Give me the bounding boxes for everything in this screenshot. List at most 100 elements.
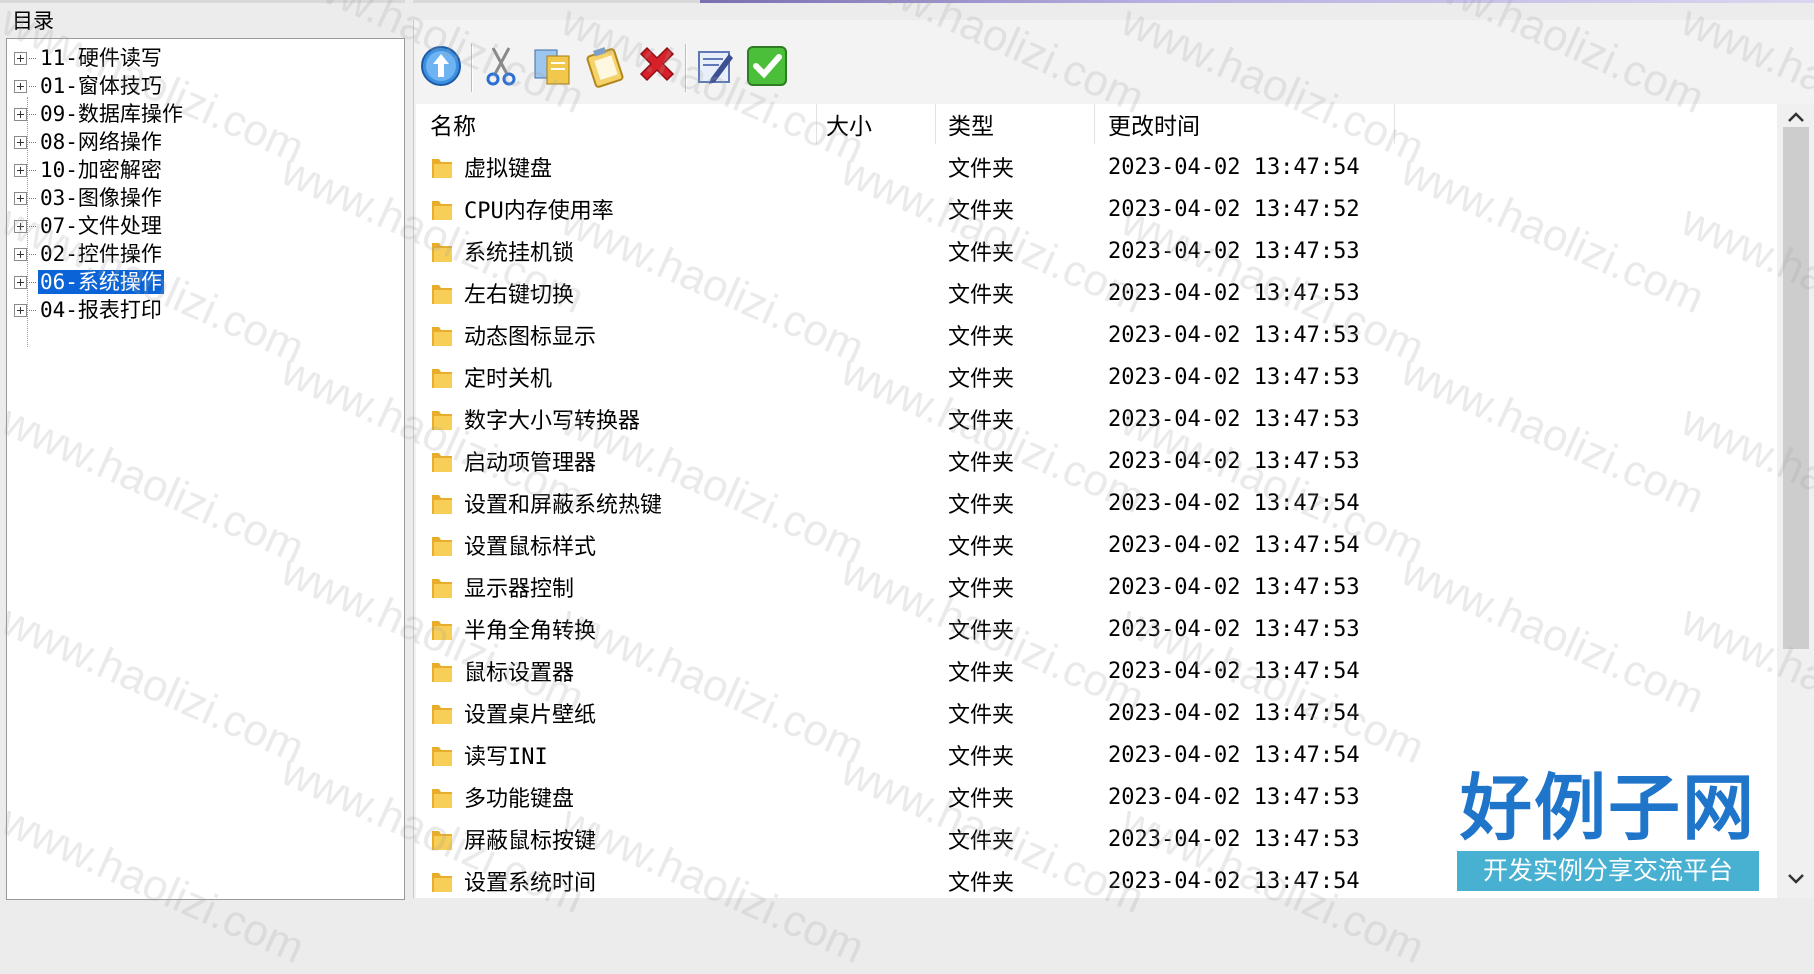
delete-icon[interactable] [631, 40, 683, 92]
file-modified: 2023-04-02 13:47:53 [1108, 826, 1360, 852]
file-type: 文件夹 [948, 409, 1015, 434]
file-modified: 2023-04-02 13:47:53 [1108, 280, 1360, 306]
table-row[interactable]: 虚拟键盘 文件夹 2023-04-02 13:47:54 [416, 146, 1777, 188]
column-header-name[interactable]: 名称 [430, 104, 810, 144]
expand-icon[interactable] [14, 79, 27, 93]
site-logo: 好例子网 开发实例分享交流平台 [1453, 767, 1763, 898]
file-type: 文件夹 [948, 619, 1015, 644]
tree-item[interactable]: 08-网络操作 [14, 129, 164, 155]
up-arrow-icon[interactable] [415, 40, 467, 92]
table-row[interactable]: 设置桌片壁纸 文件夹 2023-04-02 13:47:54 [416, 692, 1777, 734]
file-type: 文件夹 [948, 745, 1015, 770]
checkmark-icon[interactable] [741, 40, 793, 92]
folder-icon [432, 873, 452, 892]
folder-icon [432, 579, 452, 598]
file-modified: 2023-04-02 13:47:53 [1108, 448, 1360, 474]
tree-item-label: 01-窗体技巧 [40, 74, 162, 98]
tree-item[interactable]: 03-图像操作 [14, 185, 164, 211]
tree-item[interactable]: 02-控件操作 [14, 241, 164, 267]
file-name: 虚拟键盘 [464, 157, 553, 182]
expand-icon[interactable] [14, 135, 27, 149]
column-header-modified[interactable]: 更改时间 [1108, 104, 1388, 144]
tree-item-label: 03-图像操作 [40, 186, 162, 210]
tree-item[interactable]: 10-加密解密 [14, 157, 164, 183]
expand-icon[interactable] [14, 219, 27, 233]
file-name: 半角全角转换 [464, 619, 597, 644]
table-row[interactable]: 定时关机 文件夹 2023-04-02 13:47:53 [416, 356, 1777, 398]
tree-item-label: 11-硬件读写 [40, 46, 162, 70]
file-name: 设置和屏蔽系统热键 [464, 493, 663, 518]
expand-icon[interactable] [14, 191, 27, 205]
panel-splitter[interactable] [405, 0, 413, 898]
file-type: 文件夹 [948, 199, 1015, 224]
column-header-type[interactable]: 类型 [948, 104, 1088, 144]
file-modified: 2023-04-02 13:47:54 [1108, 700, 1360, 726]
file-type: 文件夹 [948, 661, 1015, 686]
folder-icon [432, 201, 452, 220]
folder-icon [432, 621, 452, 640]
tree-item[interactable]: 06-系统操作 [14, 269, 164, 295]
tree-item-label: 07-文件处理 [40, 214, 162, 238]
file-type: 文件夹 [948, 325, 1015, 350]
tree-dots [29, 197, 36, 199]
file-type: 文件夹 [948, 241, 1015, 266]
file-name: 设置系统时间 [464, 871, 597, 896]
tree-item-label: 09-数据库操作 [40, 102, 183, 126]
tree-item[interactable]: 01-窗体技巧 [14, 73, 164, 99]
folder-icon [432, 663, 452, 682]
folder-icon [432, 831, 452, 850]
window-title-accent [700, 0, 1814, 3]
file-modified: 2023-04-02 13:47:54 [1108, 532, 1360, 558]
scissors-icon[interactable] [475, 40, 527, 92]
table-row[interactable]: 设置鼠标样式 文件夹 2023-04-02 13:47:54 [416, 524, 1777, 566]
file-name: 鼠标设置器 [464, 661, 575, 686]
table-row[interactable]: 半角全角转换 文件夹 2023-04-02 13:47:53 [416, 608, 1777, 650]
folder-icon [432, 453, 452, 472]
file-name: 动态图标显示 [464, 325, 597, 350]
tree-item[interactable]: 07-文件处理 [14, 213, 164, 239]
folder-icon [432, 285, 452, 304]
folder-icon [432, 411, 452, 430]
expand-icon[interactable] [14, 51, 27, 65]
tree-item[interactable]: 09-数据库操作 [14, 101, 185, 127]
file-type: 文件夹 [948, 535, 1015, 560]
copy-icon[interactable] [527, 40, 579, 92]
rename-icon[interactable] [689, 40, 741, 92]
scroll-up-icon[interactable] [1786, 110, 1806, 124]
file-name: CPU内存使用率 [464, 199, 614, 224]
file-modified: 2023-04-02 13:47:53 [1108, 574, 1360, 600]
file-modified: 2023-04-02 13:47:52 [1108, 196, 1360, 222]
table-row[interactable]: CPU内存使用率 文件夹 2023-04-02 13:47:52 [416, 188, 1777, 230]
tree-dots [29, 113, 36, 115]
table-row[interactable]: 动态图标显示 文件夹 2023-04-02 13:47:53 [416, 314, 1777, 356]
table-row[interactable]: 设置和屏蔽系统热键 文件夹 2023-04-02 13:47:54 [416, 482, 1777, 524]
file-name: 读写INI [464, 745, 548, 770]
tree-dots [29, 281, 36, 283]
expand-icon[interactable] [14, 163, 27, 177]
tree-dots [29, 57, 36, 59]
toolbar [413, 38, 1814, 98]
file-type: 文件夹 [948, 283, 1015, 308]
expand-icon[interactable] [14, 247, 27, 261]
file-type: 文件夹 [948, 157, 1015, 182]
table-row[interactable]: 启动项管理器 文件夹 2023-04-02 13:47:53 [416, 440, 1777, 482]
scrollbar-thumb[interactable] [1783, 127, 1809, 649]
table-row[interactable]: 鼠标设置器 文件夹 2023-04-02 13:47:54 [416, 650, 1777, 692]
expand-icon[interactable] [14, 107, 27, 121]
tree-item-label: 10-加密解密 [40, 158, 162, 182]
tree-item[interactable]: 11-硬件读写 [14, 45, 164, 71]
column-header-size[interactable]: 大小 [826, 104, 926, 144]
file-name: 启动项管理器 [464, 451, 597, 476]
expand-icon[interactable] [14, 275, 27, 289]
table-row[interactable]: 数字大小写转换器 文件夹 2023-04-02 13:47:53 [416, 398, 1777, 440]
table-row[interactable]: 左右键切换 文件夹 2023-04-02 13:47:53 [416, 272, 1777, 314]
folder-icon [432, 327, 452, 346]
scroll-down-icon[interactable] [1786, 872, 1806, 886]
table-row[interactable]: 系统挂机锁 文件夹 2023-04-02 13:47:53 [416, 230, 1777, 272]
file-type: 文件夹 [948, 367, 1015, 392]
expand-icon[interactable] [14, 303, 27, 317]
paste-icon[interactable] [579, 40, 631, 92]
folder-icon [432, 705, 452, 724]
tree-item[interactable]: 04-报表打印 [14, 297, 164, 323]
table-row[interactable]: 显示器控制 文件夹 2023-04-02 13:47:53 [416, 566, 1777, 608]
